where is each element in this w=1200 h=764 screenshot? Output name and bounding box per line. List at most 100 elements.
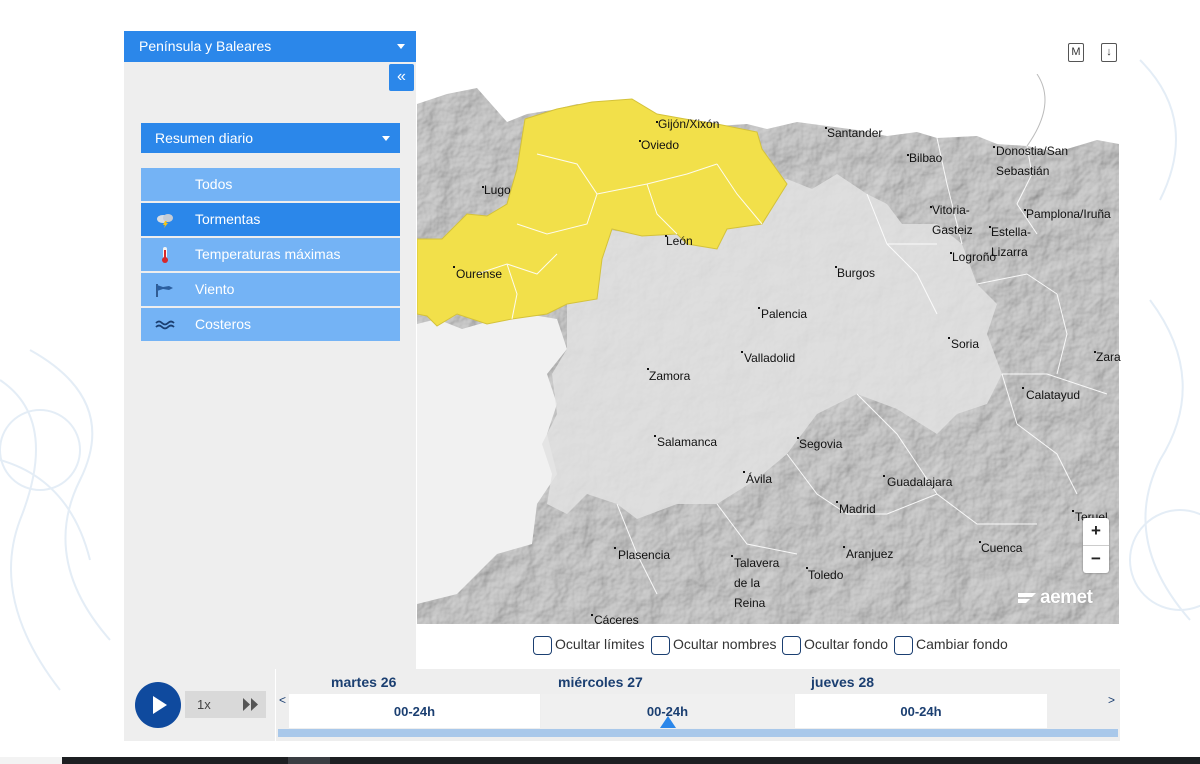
city-label: Logroño (952, 250, 997, 264)
os-taskbar (0, 757, 1200, 764)
caret-down-icon (382, 136, 390, 141)
wind-flag-icon (156, 284, 173, 297)
option-ocultar-limites[interactable]: Ocultar límites (533, 636, 648, 656)
city-label: Valladolid (744, 351, 796, 365)
zoom-control: + − (1083, 518, 1109, 573)
day-period-cell[interactable]: 00-24h (289, 694, 540, 728)
city-label: León (666, 234, 693, 248)
city-label: Estella- (991, 225, 1032, 239)
timeline-prev-button[interactable]: < (279, 693, 286, 707)
option-label: Ocultar límites (555, 636, 645, 652)
city-label: Salamanca (657, 435, 718, 449)
aemet-logo-icon (1018, 593, 1036, 603)
city-label: Oviedo (641, 138, 680, 152)
option-label: Ocultar nombres (673, 636, 777, 652)
speed-control[interactable]: 1x (185, 691, 266, 718)
option-cambiar-fondo[interactable]: Cambiar fondo (894, 636, 1010, 656)
option-ocultar-fondo[interactable]: Ocultar fondo (782, 636, 890, 656)
city-dot (731, 555, 733, 557)
download-icon[interactable]: ↓ (1101, 43, 1117, 62)
city-dot (741, 351, 743, 353)
aemet-logo: aemet (1016, 587, 1108, 609)
summary-select[interactable]: Resumen diario (141, 123, 400, 153)
city-label: Ourense (456, 267, 503, 281)
city-label: Gijón/Xixón (658, 117, 720, 131)
city-dot (591, 614, 593, 616)
layer-label: Todos (195, 176, 233, 192)
day-label: miércoles 27 (558, 674, 643, 690)
play-icon (153, 696, 167, 714)
option-label: Ocultar fondo (804, 636, 889, 652)
zoom-out-button[interactable]: − (1083, 546, 1109, 573)
layer-item-costeros[interactable]: Costeros (141, 308, 400, 341)
collapse-panel-button[interactable]: « (389, 64, 414, 91)
city-dot (836, 501, 838, 503)
city-label: Talavera (734, 556, 780, 570)
city-label: Reina (734, 596, 766, 610)
day-period-cell[interactable]: 00-24h (795, 694, 1047, 728)
city-label: Calatayud (1026, 388, 1081, 402)
checkbox[interactable] (894, 636, 913, 655)
aemet-logo-text: aemet (1040, 587, 1093, 608)
city-dot (1072, 510, 1074, 512)
region-select-label: Península y Baleares (139, 38, 272, 54)
city-label: Lugo (484, 183, 511, 197)
city-label: Bilbao (909, 151, 943, 165)
city-dot (614, 547, 616, 549)
waves-icon (155, 320, 175, 330)
city-dot (993, 146, 995, 148)
caret-down-icon (397, 44, 405, 49)
region-select[interactable]: Península y Baleares (124, 31, 416, 62)
storm-cloud-icon (157, 214, 173, 228)
city-dot (1022, 387, 1024, 389)
city-dot (453, 266, 455, 268)
summary-select-label: Resumen diario (155, 130, 254, 146)
speed-value: 1x (197, 697, 211, 712)
fast-forward-icon[interactable] (242, 697, 260, 712)
timeline-track[interactable] (278, 729, 1118, 737)
checkbox[interactable] (533, 636, 552, 655)
city-label: de la (734, 576, 761, 590)
city-label: Pamplona/Iruña (1026, 207, 1111, 221)
city-label: Santander (827, 126, 883, 140)
day-label: martes 26 (331, 674, 397, 690)
layer-item-todos[interactable]: Todos (141, 168, 400, 201)
city-label: Toledo (808, 568, 844, 582)
city-dot (948, 337, 950, 339)
left-panel (124, 62, 416, 669)
option-ocultar-nombres[interactable]: Ocultar nombres (651, 636, 779, 656)
city-label: Cuenca (981, 541, 1023, 555)
city-label: Gasteiz (932, 223, 973, 237)
city-dot (843, 546, 845, 548)
city-label: Palencia (761, 307, 808, 321)
play-button[interactable] (135, 682, 181, 728)
day-label: jueves 28 (811, 674, 875, 690)
city-label: Plasencia (618, 548, 671, 562)
layer-label: Costeros (195, 316, 252, 332)
city-label: Segovia (799, 437, 843, 451)
layer-item-viento[interactable]: Viento (141, 273, 400, 306)
city-label: Vitoria- (932, 203, 970, 217)
m-icon[interactable]: M (1068, 43, 1084, 62)
layer-item-tormentas[interactable]: Tormentas (141, 203, 400, 236)
city-label: Madrid (839, 502, 876, 516)
checkbox[interactable] (651, 636, 670, 655)
taskbar-segment (0, 757, 62, 764)
checkbox[interactable] (782, 636, 801, 655)
city-label: Lizarra (991, 245, 1028, 259)
city-label: Aranjuez (846, 547, 894, 561)
city-label: Cáceres (594, 613, 639, 624)
city-dot (743, 471, 745, 473)
option-label: Cambiar fondo (916, 636, 1008, 652)
city-label: Zara (1096, 350, 1121, 364)
city-label: Ávila (746, 472, 773, 486)
taskbar-segment (288, 757, 330, 764)
city-label: Donostia/San (996, 144, 1069, 158)
city-label: Sebastián (996, 164, 1050, 178)
city-dot (758, 307, 760, 309)
city-label: Burgos (837, 266, 876, 280)
zoom-in-button[interactable]: + (1083, 518, 1109, 545)
timeline-pointer[interactable] (660, 716, 676, 728)
timeline-next-button[interactable]: > (1108, 693, 1115, 707)
layer-item-temperaturas-maximas[interactable]: Temperaturas máximas (141, 238, 400, 271)
